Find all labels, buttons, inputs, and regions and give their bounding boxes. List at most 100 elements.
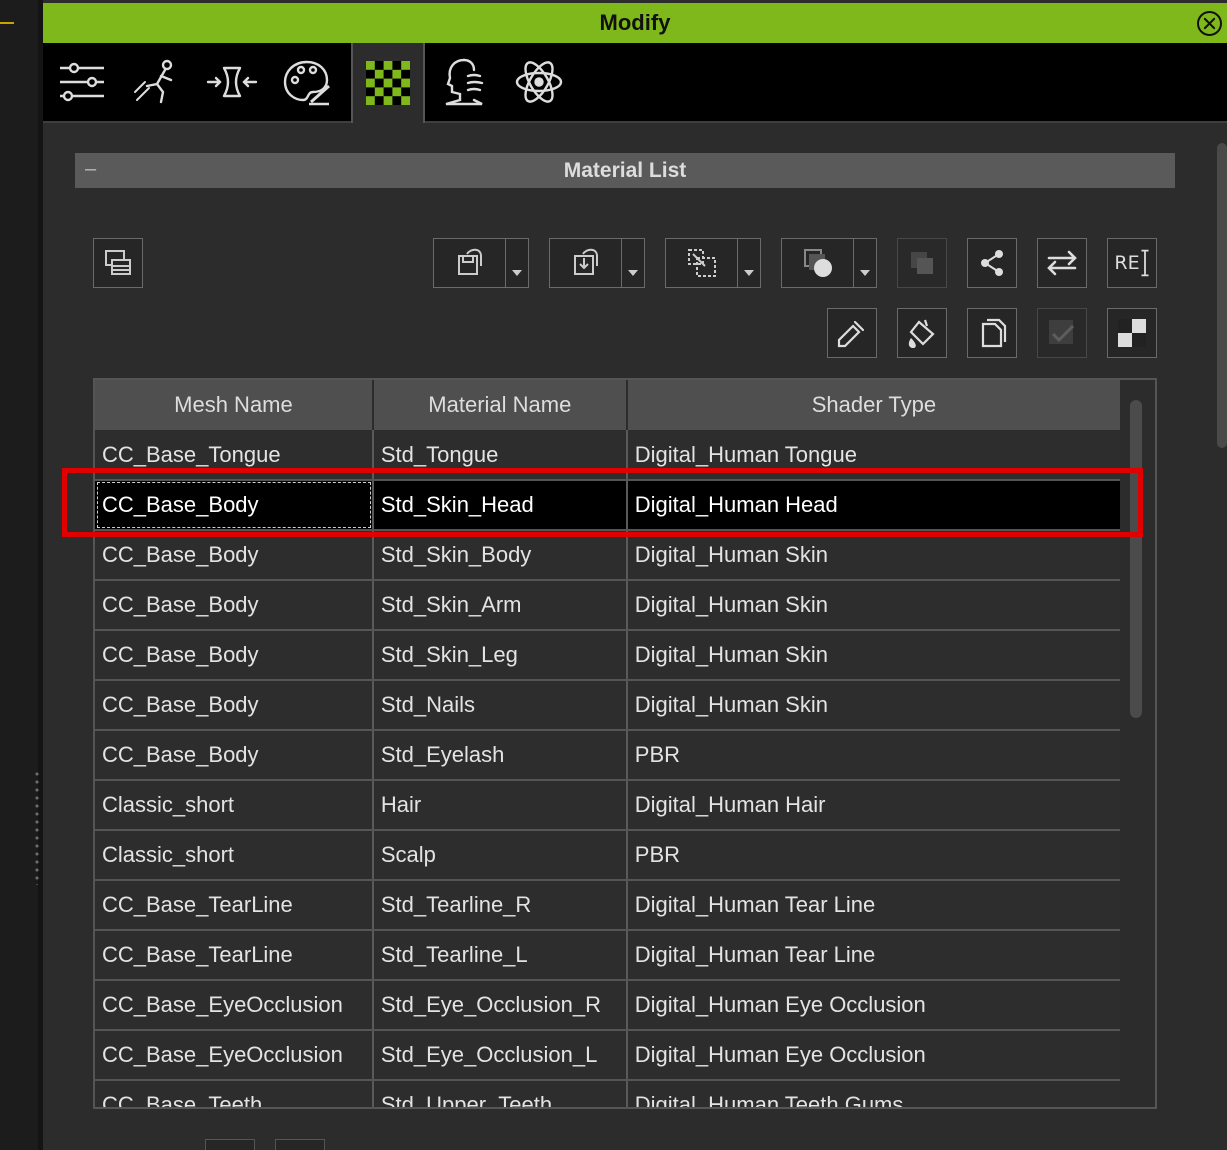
collapse-icon[interactable]: – xyxy=(85,159,96,179)
table-row[interactable]: CC_Base_EyeOcclusion Std_Eye_Occlusion_R… xyxy=(95,980,1123,1031)
cell-shader-type[interactable]: Digital_Human Eye Occlusion xyxy=(626,1030,1123,1081)
tab-material[interactable] xyxy=(351,43,425,123)
paint-bucket-button[interactable] xyxy=(897,308,947,358)
cell-material-name[interactable]: Std_Skin_Arm xyxy=(372,580,628,631)
save-material-dropdown[interactable] xyxy=(505,239,528,287)
cell-shader-type[interactable]: Digital_Human Skin xyxy=(626,580,1123,631)
cell-material-name[interactable]: Std_Skin_Head xyxy=(372,480,628,531)
cell-mesh-name[interactable]: CC_Base_Body xyxy=(95,680,374,731)
table-row-selected[interactable]: CC_Base_Body Std_Skin_Head Digital_Human… xyxy=(95,480,1123,531)
paint-bucket-icon xyxy=(908,319,935,348)
table-row[interactable]: CC_Base_Body Std_Skin_Body Digital_Human… xyxy=(95,530,1123,581)
table-row[interactable]: CC_Base_EyeOcclusion Std_Eye_Occlusion_L… xyxy=(95,1030,1123,1081)
cell-material-name[interactable]: Std_Upper_Teeth xyxy=(372,1080,628,1107)
chevron-down-icon xyxy=(511,270,522,276)
duplicate-button[interactable] xyxy=(897,238,947,288)
left-dock-strip xyxy=(0,0,43,1150)
cell-shader-type[interactable]: Digital_Human Hair xyxy=(626,780,1123,831)
cell-shader-type[interactable]: Digital_Human Skin xyxy=(626,530,1123,581)
table-row[interactable]: CC_Base_Teeth Std_Upper_Teeth Digital_Hu… xyxy=(95,1080,1123,1107)
cell-shader-type[interactable]: Digital_Human Head xyxy=(626,480,1123,531)
tab-attributes[interactable] xyxy=(45,43,119,121)
cell-mesh-name[interactable]: CC_Base_Body xyxy=(95,580,374,631)
cell-mesh-name[interactable]: CC_Base_Teeth xyxy=(95,1080,374,1107)
bottom-button-left[interactable] xyxy=(205,1139,255,1150)
bottom-button-right[interactable] xyxy=(275,1139,325,1150)
select-mesh-dropdown[interactable] xyxy=(737,239,760,287)
cell-mesh-name[interactable]: CC_Base_Body xyxy=(95,630,374,681)
cell-material-name[interactable]: Std_Eyelash xyxy=(372,730,628,781)
cell-shader-type[interactable]: Digital_Human Tongue xyxy=(626,430,1123,481)
share-button[interactable] xyxy=(967,238,1017,288)
checker-toggle-button[interactable] xyxy=(1107,308,1157,358)
cell-material-name[interactable]: Scalp xyxy=(372,830,628,881)
panel-scrollbar[interactable] xyxy=(1215,143,1227,473)
table-scrollbar-thumb[interactable] xyxy=(1130,400,1142,718)
tab-motion[interactable] xyxy=(120,43,194,121)
table-row[interactable]: CC_Base_Body Std_Eyelash PBR xyxy=(95,730,1123,781)
cell-material-name[interactable]: Std_Nails xyxy=(372,680,628,731)
cell-shader-type[interactable]: Digital_Human Eye Occlusion xyxy=(626,980,1123,1031)
table-row[interactable]: CC_Base_Body Std_Skin_Arm Digital_Human … xyxy=(95,580,1123,631)
cell-mesh-name[interactable]: CC_Base_TearLine xyxy=(95,880,374,931)
cell-shader-type[interactable]: Digital_Human Tear Line xyxy=(626,930,1123,981)
cell-material-name[interactable]: Std_Skin_Body xyxy=(372,530,628,581)
tab-head[interactable] xyxy=(427,43,501,121)
load-material-button[interactable] xyxy=(550,239,622,287)
load-material-dropdown[interactable] xyxy=(621,239,644,287)
table-row[interactable]: CC_Base_Tongue Std_Tongue Digital_Human … xyxy=(95,430,1123,481)
table-row[interactable]: CC_Base_Body Std_Skin_Leg Digital_Human … xyxy=(95,630,1123,681)
table-row[interactable]: Classic_short Hair Digital_Human Hair xyxy=(95,780,1123,831)
cell-material-name[interactable]: Std_Skin_Leg xyxy=(372,630,628,681)
table-row[interactable]: CC_Base_TearLine Std_Tearline_L Digital_… xyxy=(95,930,1123,981)
rename-button[interactable]: RE xyxy=(1107,238,1157,288)
list-view-button[interactable] xyxy=(93,238,143,288)
copy-pages-icon xyxy=(981,318,1007,348)
column-header-shader-type[interactable]: Shader Type xyxy=(626,380,1123,430)
cell-mesh-name[interactable]: CC_Base_TearLine xyxy=(95,930,374,981)
cell-shader-type[interactable]: PBR xyxy=(626,830,1123,881)
cell-material-name[interactable]: Std_Tearline_R xyxy=(372,880,628,931)
copy-button[interactable] xyxy=(967,308,1017,358)
close-button[interactable] xyxy=(1197,11,1222,36)
cell-shader-type[interactable]: Digital_Human Skin xyxy=(626,680,1123,731)
tab-physics[interactable] xyxy=(502,43,576,121)
cell-mesh-name[interactable]: CC_Base_Body xyxy=(95,480,374,531)
cell-mesh-name[interactable]: CC_Base_Body xyxy=(95,730,374,781)
motion-icon xyxy=(134,59,173,104)
table-row[interactable]: CC_Base_TearLine Std_Tearline_R Digital_… xyxy=(95,880,1123,931)
dock-resize-grip[interactable] xyxy=(34,770,40,885)
cell-material-name[interactable]: Std_Eye_Occlusion_R xyxy=(372,980,628,1031)
check-texture-button[interactable] xyxy=(1037,308,1087,358)
material-ball-button[interactable] xyxy=(782,239,854,287)
material-list-header[interactable]: – Material List xyxy=(75,153,1175,188)
cell-material-name[interactable]: Std_Tongue xyxy=(372,430,628,481)
cell-material-name[interactable]: Hair xyxy=(372,780,628,831)
cell-mesh-name[interactable]: Classic_short xyxy=(95,780,374,831)
material-ball-dropdown[interactable] xyxy=(853,239,876,287)
cell-mesh-name[interactable]: CC_Base_Tongue xyxy=(95,430,374,481)
cell-mesh-name[interactable]: Classic_short xyxy=(95,830,374,881)
cell-material-name[interactable]: Std_Eye_Occlusion_L xyxy=(372,1030,628,1081)
table-row[interactable]: Classic_short Scalp PBR xyxy=(95,830,1123,881)
cell-shader-type[interactable]: Digital_Human Skin xyxy=(626,630,1123,681)
select-mesh-button[interactable] xyxy=(666,239,738,287)
cell-shader-type[interactable]: PBR xyxy=(626,730,1123,781)
title-bar: Modify xyxy=(43,3,1227,43)
cell-mesh-name[interactable]: CC_Base_EyeOcclusion xyxy=(95,980,374,1031)
save-material-button[interactable] xyxy=(434,239,506,287)
table-row[interactable]: CC_Base_Body Std_Nails Digital_Human Ski… xyxy=(95,680,1123,731)
swap-button[interactable] xyxy=(1037,238,1087,288)
cell-material-name[interactable]: Std_Tearline_L xyxy=(372,930,628,981)
eyedropper-button[interactable] xyxy=(827,308,877,358)
cell-shader-type[interactable]: Digital_Human Tear Line xyxy=(626,880,1123,931)
table-scrollbar[interactable] xyxy=(1120,380,1155,1107)
tab-appearance[interactable] xyxy=(270,43,344,121)
cell-mesh-name[interactable]: CC_Base_EyeOcclusion xyxy=(95,1030,374,1081)
column-header-material-name[interactable]: Material Name xyxy=(372,380,628,430)
panel-scrollbar-thumb[interactable] xyxy=(1217,143,1227,448)
cell-shader-type[interactable]: Digital_Human Teeth Gums xyxy=(626,1080,1123,1107)
tab-morph[interactable] xyxy=(195,43,269,121)
cell-mesh-name[interactable]: CC_Base_Body xyxy=(95,530,374,581)
column-header-mesh-name[interactable]: Mesh Name xyxy=(95,380,374,430)
